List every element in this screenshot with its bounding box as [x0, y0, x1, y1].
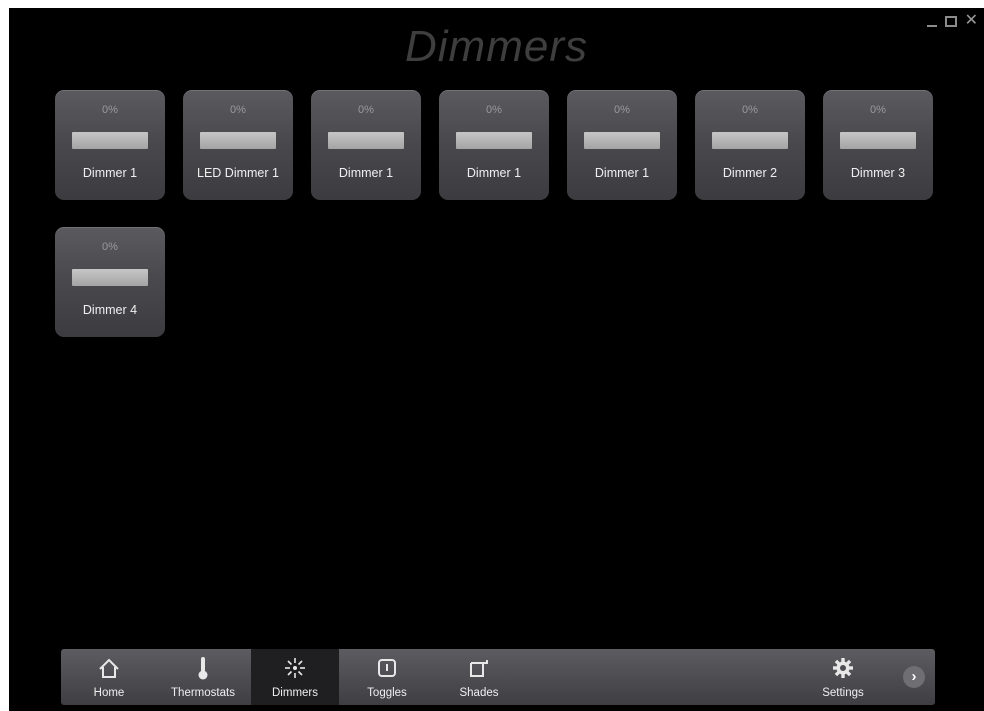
bottom-nav-bar: Home Thermostats Dimmers Toggles Shades …: [61, 649, 935, 705]
toggle-icon: [378, 659, 396, 677]
dimmer-tile[interactable]: 0% Dimmer 1: [55, 90, 165, 200]
dimmer-tile[interactable]: 0% Dimmer 2: [695, 90, 805, 200]
dimmer-label: Dimmer 3: [850, 166, 906, 180]
gear-icon: [833, 658, 853, 678]
dimmer-tile[interactable]: 0% LED Dimmer 1: [183, 90, 293, 200]
nav-label: Thermostats: [171, 687, 235, 699]
light-bulb-icon: [285, 658, 305, 678]
nav-label: Settings: [822, 687, 864, 699]
dimmer-label: Dimmer 1: [82, 166, 138, 180]
dimmer-level-bar[interactable]: [584, 132, 660, 149]
nav-label: Shades: [459, 687, 499, 699]
page-title: Dimmers: [405, 22, 588, 71]
dimmer-tile[interactable]: 0% Dimmer 3: [823, 90, 933, 200]
dimmer-level-bar[interactable]: [72, 269, 148, 286]
dimmer-label: LED Dimmer 1: [197, 166, 279, 180]
dimmer-tile[interactable]: 0% Dimmer 1: [439, 90, 549, 200]
dimmer-level: 0%: [870, 104, 886, 116]
dimmer-level-bar[interactable]: [712, 132, 788, 149]
dimmer-level-bar[interactable]: [456, 132, 532, 149]
dimmer-level: 0%: [230, 104, 246, 116]
dimmer-level: 0%: [102, 104, 118, 116]
nav-item-settings[interactable]: Settings: [799, 649, 887, 705]
nav-item-shades[interactable]: Shades: [435, 649, 523, 705]
nav-item-thermostats[interactable]: Thermostats: [159, 649, 247, 705]
dimmer-label: Dimmer 1: [338, 166, 394, 180]
dimmer-label: Dimmer 2: [722, 166, 778, 180]
dimmer-level-bar[interactable]: [200, 132, 276, 149]
shade-icon: [470, 660, 488, 677]
dimmer-tile[interactable]: 0% Dimmer 1: [567, 90, 677, 200]
app-screen: ✕ Dimmers 0% Dimmer 1 0% LED Dimmer 1 0%…: [9, 8, 984, 711]
dimmer-level: 0%: [102, 241, 118, 253]
dimmer-level: 0%: [614, 104, 630, 116]
dimmer-level: 0%: [358, 104, 374, 116]
dimmer-level-bar[interactable]: [328, 132, 404, 149]
dimmer-level: 0%: [486, 104, 502, 116]
nav-label: Toggles: [367, 687, 407, 699]
dimmer-tile[interactable]: 0% Dimmer 4: [55, 227, 165, 337]
nav-label: Home: [93, 687, 125, 699]
nav-item-home[interactable]: Home: [65, 649, 153, 705]
chevron-right-icon[interactable]: ›: [903, 666, 925, 688]
dimmer-tile[interactable]: 0% Dimmer 1: [311, 90, 421, 200]
thermometer-icon: [198, 657, 208, 680]
dimmer-label: Dimmer 1: [594, 166, 650, 180]
dimmer-label: Dimmer 4: [82, 303, 138, 317]
nav-label: Dimmers: [272, 687, 318, 699]
nav-item-dimmers[interactable]: Dimmers: [251, 649, 339, 705]
dimmer-level: 0%: [742, 104, 758, 116]
dimmer-level-bar[interactable]: [72, 132, 148, 149]
dimmer-level-bar[interactable]: [840, 132, 916, 149]
dimmer-label: Dimmer 1: [466, 166, 522, 180]
home-icon: [99, 658, 119, 678]
nav-item-toggles[interactable]: Toggles: [343, 649, 431, 705]
